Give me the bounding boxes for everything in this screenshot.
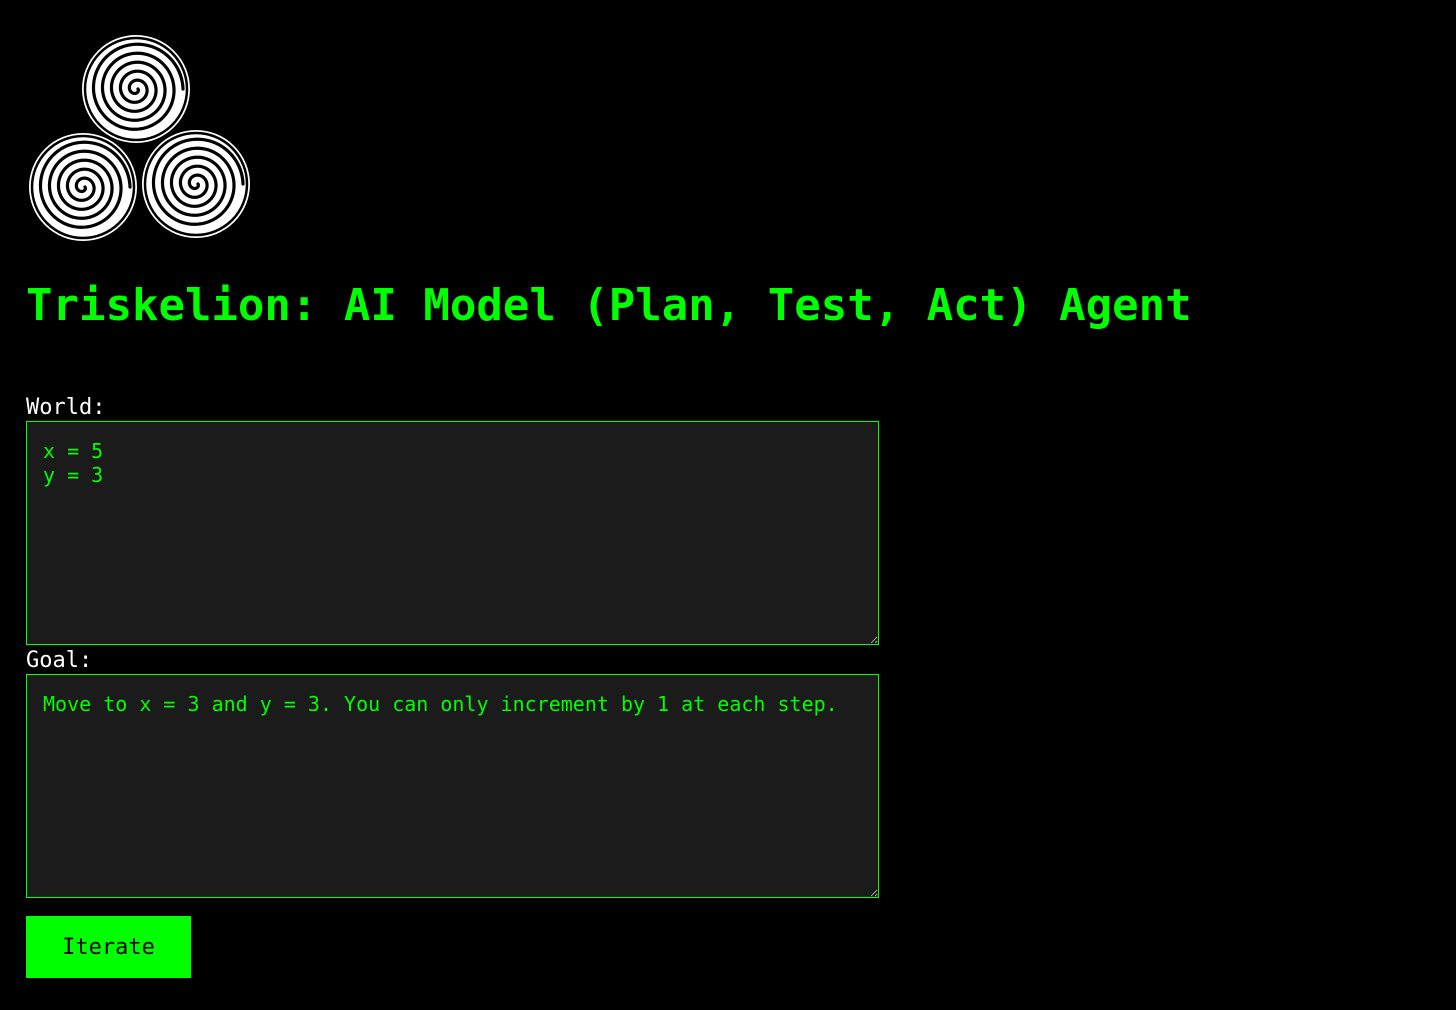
page-title: Triskelion: AI Model (Plan, Test, Act) A… xyxy=(26,280,1192,331)
world-label: World: xyxy=(26,395,106,420)
iterate-button[interactable]: Iterate xyxy=(26,916,191,978)
spiral-right-icon xyxy=(140,128,252,240)
spiral-top-icon xyxy=(80,33,192,145)
goal-textarea[interactable] xyxy=(26,674,879,898)
spiral-left-icon xyxy=(27,131,139,243)
goal-label: Goal: xyxy=(26,648,93,673)
triskelion-logo-icon xyxy=(26,32,252,244)
world-textarea[interactable] xyxy=(26,421,879,645)
